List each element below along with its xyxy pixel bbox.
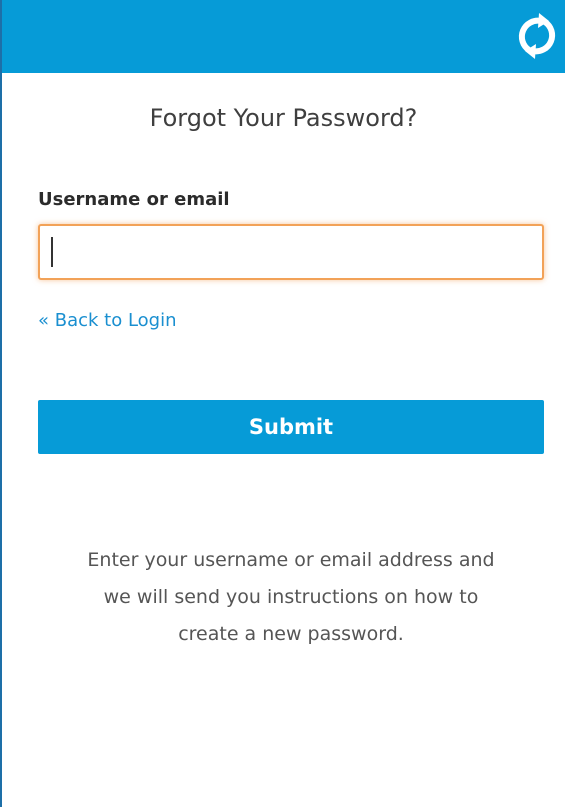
username-email-input[interactable] (38, 224, 544, 280)
back-to-login-link[interactable]: « Back to Login (38, 310, 177, 331)
app-window: Forgot Your Password? Username or email … (0, 0, 565, 807)
help-text: Enter your username or email address and… (38, 542, 544, 653)
page-title: Forgot Your Password? (149, 104, 418, 132)
submit-button[interactable]: Submit (38, 400, 544, 454)
text-cursor (51, 237, 53, 267)
help-text-line: we will send you instructions on how to (103, 586, 479, 608)
header-bar (2, 0, 565, 73)
help-text-line: create a new password. (178, 623, 404, 645)
sync-arrows-icon[interactable] (509, 8, 565, 64)
help-text-line: Enter your username or email address and (87, 549, 495, 571)
username-label: Username or email (38, 189, 230, 210)
